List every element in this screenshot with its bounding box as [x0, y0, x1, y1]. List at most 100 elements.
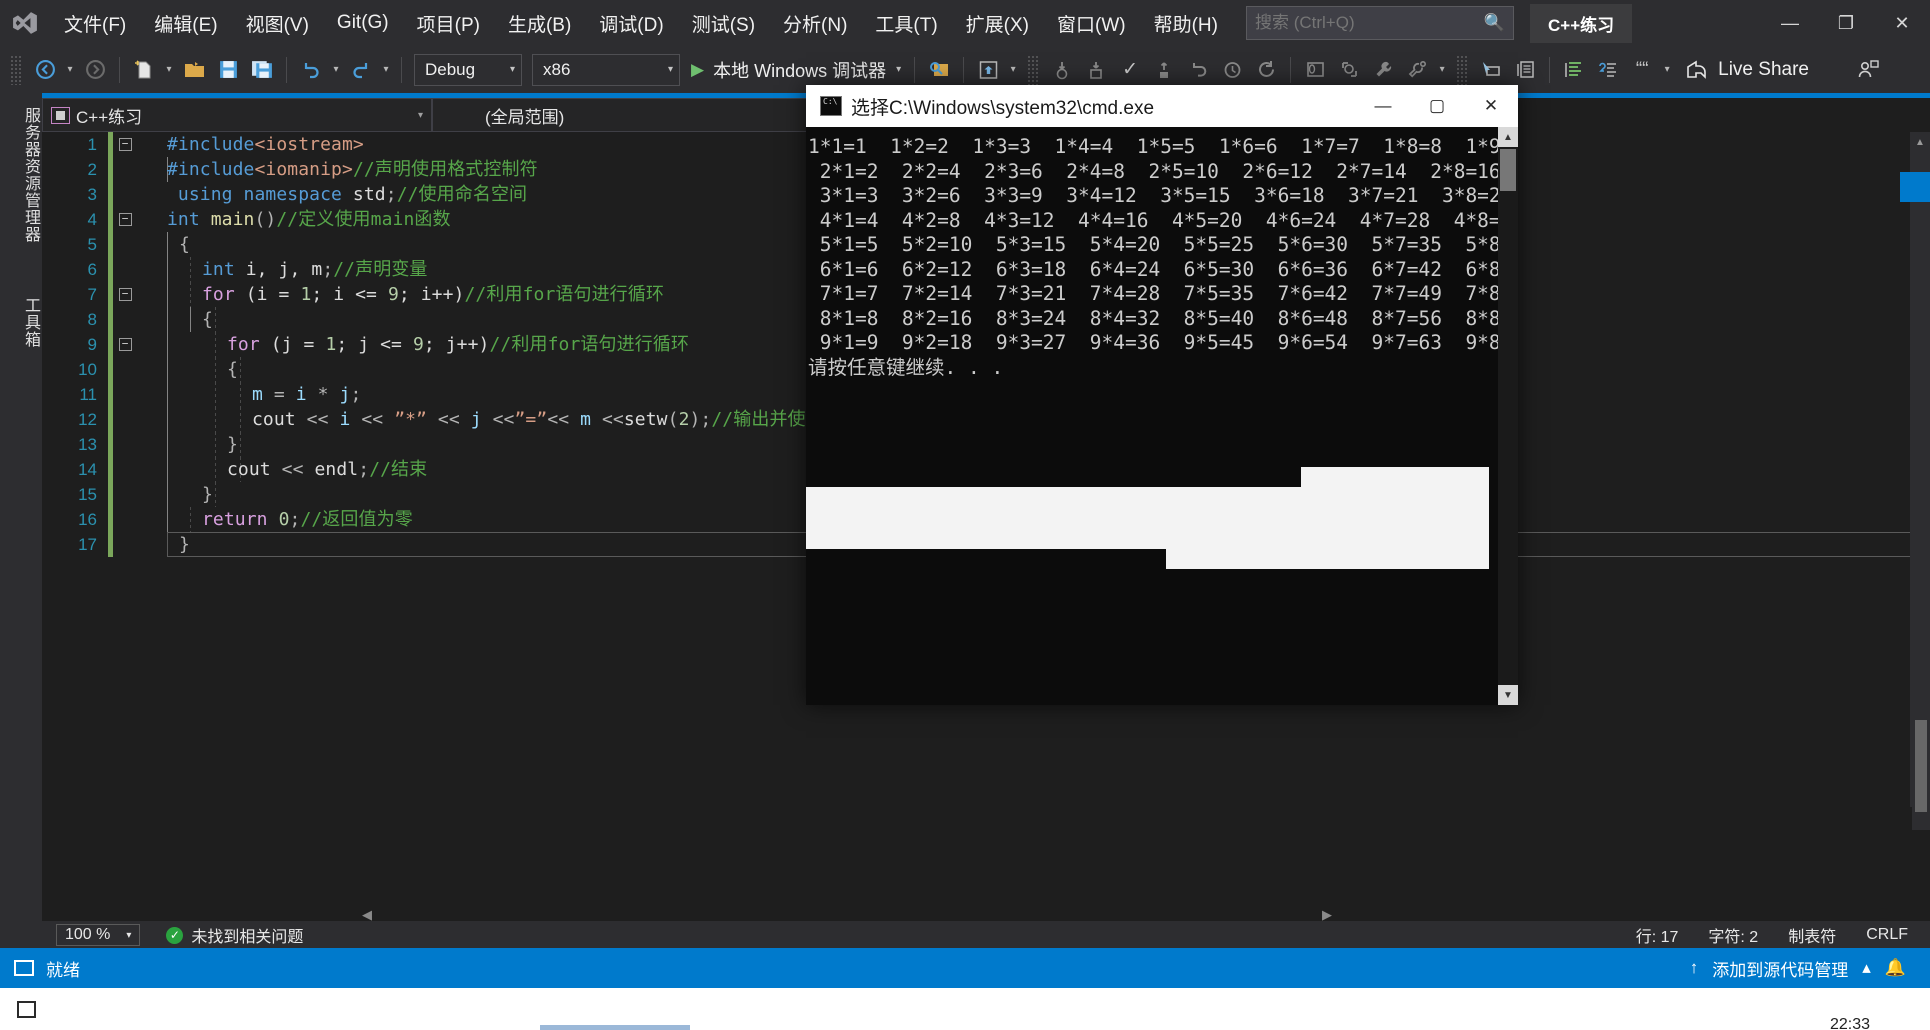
taskbar-clock[interactable]: 22:33 [1830, 1016, 1870, 1030]
token-tx: (j = [259, 334, 326, 355]
menu-item-10[interactable]: 扩展(X) [952, 4, 1043, 43]
save-all-icon[interactable] [245, 52, 279, 88]
change-marker [108, 232, 113, 257]
console-maximize-button[interactable]: ▢ [1410, 85, 1464, 127]
tabs-mode-indicator[interactable]: 制表符 [1788, 923, 1836, 947]
collapse-icon[interactable]: − [118, 338, 132, 351]
new-file-icon[interactable] [127, 52, 161, 88]
undo-caret-icon[interactable]: ▾ [328, 52, 344, 88]
comment-lines-icon[interactable] [1591, 52, 1625, 88]
redo-icon[interactable] [344, 52, 378, 88]
undo-history-icon[interactable] [1181, 52, 1215, 88]
format-document-icon[interactable] [1557, 52, 1591, 88]
dock-tab-server-explorer[interactable]: 服务器资源管理器 [0, 93, 42, 257]
bell-icon[interactable]: 🔔 [1885, 958, 1906, 978]
toolbar-grip[interactable] [1456, 54, 1469, 85]
wrench-icon[interactable] [1366, 52, 1400, 88]
copy-list-icon[interactable] [1508, 52, 1542, 88]
project-scope-select[interactable]: C++练习 ▾ [42, 98, 432, 132]
navigate-backward-icon[interactable] [28, 52, 62, 88]
history-icon[interactable] [1215, 52, 1249, 88]
save-icon[interactable] [211, 52, 245, 88]
menu-item-3[interactable]: Git(G) [323, 6, 403, 40]
console-window[interactable]: C:\ 选择C:\Windows\system32\cmd.exe — ▢ ✕ … [806, 85, 1518, 705]
navigate-forward-icon[interactable] [78, 52, 112, 88]
token-tx [268, 509, 279, 530]
inspect-icon[interactable] [1332, 52, 1366, 88]
console-scroll-up-icon[interactable]: ▲ [1498, 127, 1518, 147]
wrench-caret-icon[interactable]: ▾ [1434, 52, 1450, 88]
menu-item-12[interactable]: 帮助(H) [1140, 4, 1232, 43]
maximize-button[interactable]: ❐ [1818, 0, 1874, 46]
step-out-icon[interactable] [1147, 52, 1181, 88]
navigate-backward-caret-icon[interactable]: ▾ [62, 52, 78, 88]
open-folder-icon[interactable] [177, 52, 211, 88]
fold-toggle[interactable]: − [115, 288, 135, 301]
console-output-area[interactable]: 1*1=1 1*2=2 1*3=3 1*4=4 1*5=5 1*6=6 1*7=… [806, 127, 1518, 705]
quick-search-box[interactable]: 🔍 [1245, 6, 1514, 40]
block-bracket-guide [167, 282, 168, 307]
live-share-button[interactable]: Live Share [1675, 59, 1819, 81]
console-close-button[interactable]: ✕ [1464, 85, 1518, 127]
issues-indicator[interactable]: ✓ 未找到相关问题 [166, 923, 303, 947]
undo-icon[interactable] [294, 52, 328, 88]
block-bracket-guide [167, 382, 168, 407]
scroll-up-icon[interactable]: ▲ [1910, 132, 1930, 152]
solution-explorer-caret-icon[interactable]: ▾ [1005, 52, 1021, 88]
token-op: ); [689, 409, 712, 430]
uncomment-lines-icon[interactable]: ““ [1625, 52, 1659, 88]
console-scrollbar[interactable]: ▲ ▼ [1498, 127, 1518, 705]
uncomment-caret-icon[interactable]: ▾ [1659, 52, 1675, 88]
console-title-bar[interactable]: C:\ 选择C:\Windows\system32\cmd.exe — ▢ ✕ [806, 85, 1518, 127]
start-debugging-button[interactable]: ▶ 本地 Windows 调试器 ▾ [685, 57, 907, 83]
fold-toggle[interactable]: − [115, 138, 135, 151]
memory-window-icon[interactable] [1298, 52, 1332, 88]
windows-start-icon[interactable] [0, 988, 52, 1030]
close-button[interactable]: ✕ [1874, 0, 1930, 46]
step-over-icon[interactable] [1079, 52, 1113, 88]
menu-item-1[interactable]: 编辑(E) [140, 4, 231, 43]
add-to-source-control-button[interactable]: 添加到源代码管理 [1712, 956, 1848, 981]
right-dock-scroll-thumb[interactable] [1915, 720, 1927, 812]
ready-label: 就绪 [46, 960, 80, 980]
collapse-icon[interactable]: − [118, 213, 132, 226]
menu-item-5[interactable]: 生成(B) [494, 4, 585, 43]
eol-indicator[interactable]: CRLF [1866, 926, 1908, 944]
checkmark-icon[interactable]: ✓ [1113, 52, 1147, 88]
find-in-files-icon[interactable] [922, 52, 956, 88]
restart-icon[interactable] [1249, 52, 1283, 88]
menu-item-8[interactable]: 分析(N) [769, 4, 861, 43]
menu-item-11[interactable]: 窗口(W) [1043, 4, 1140, 43]
dock-tab-toolbox[interactable]: 工具箱 [0, 283, 42, 362]
menu-item-6[interactable]: 调试(D) [585, 4, 677, 43]
redo-caret-icon[interactable]: ▾ [378, 52, 394, 88]
menu-item-7[interactable]: 测试(S) [678, 4, 769, 43]
collapse-icon[interactable]: − [118, 138, 132, 151]
toolbar-grip[interactable] [10, 54, 22, 85]
wrench-settings-icon[interactable] [1400, 52, 1434, 88]
solution-platform-select[interactable]: x86 ▾ [532, 53, 680, 86]
account-feedback-icon[interactable] [1851, 52, 1885, 88]
solution-explorer-icon[interactable] [971, 52, 1005, 88]
menu-item-4[interactable]: 项目(P) [403, 4, 494, 43]
menu-item-9[interactable]: 工具(T) [861, 4, 951, 43]
menu-item-0[interactable]: 文件(F) [50, 4, 140, 43]
console-scroll-down-icon[interactable]: ▼ [1498, 685, 1518, 705]
collapse-icon[interactable]: − [118, 288, 132, 301]
step-into-icon[interactable] [1045, 52, 1079, 88]
minimize-button[interactable]: — [1762, 0, 1818, 46]
search-input[interactable] [1254, 13, 1484, 33]
search-icon[interactable]: 🔍 [1484, 13, 1505, 33]
fold-toggle[interactable]: − [115, 213, 135, 226]
zoom-level-select[interactable]: 100 % ▾ [56, 924, 141, 946]
chevron-up-icon[interactable]: ▴ [1862, 958, 1871, 978]
fold-toggle[interactable]: − [115, 338, 135, 351]
console-scroll-thumb[interactable] [1500, 149, 1516, 191]
solution-configuration-select[interactable]: Debug ▾ [414, 53, 522, 86]
new-file-caret-icon[interactable]: ▾ [161, 52, 177, 88]
pointer-select-icon[interactable] [1474, 52, 1508, 88]
menu-item-2[interactable]: 视图(V) [232, 4, 323, 43]
toolbar-grip[interactable] [1027, 54, 1040, 85]
console-minimize-button[interactable]: — [1356, 85, 1410, 127]
chevron-down-icon[interactable]: ▾ [896, 64, 901, 75]
